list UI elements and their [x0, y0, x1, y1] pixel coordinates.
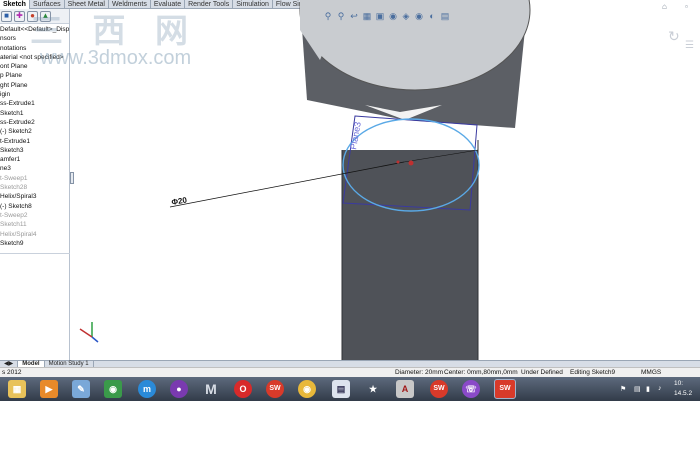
hide-show-icon[interactable]: ◈ — [401, 11, 411, 21]
viber-taskbar-icon[interactable]: ☏ — [462, 380, 480, 398]
empty-area — [0, 401, 700, 465]
solidworks-active-taskbar-icon[interactable]: SW — [494, 379, 516, 399]
tree-item[interactable]: ne3 — [0, 164, 69, 173]
solidworks-taskbar-icon[interactable]: SW — [266, 380, 284, 398]
autodesk-taskbar-icon[interactable]: A — [396, 380, 414, 398]
status-diameter: Diameter: 20mm — [395, 369, 444, 376]
file-explorer-icon[interactable]: ☰ — [685, 40, 694, 51]
scene-icon[interactable]: ◐ — [427, 11, 437, 21]
status-units[interactable]: MMGS — [641, 368, 661, 377]
status-center: Center: 0mm,80mm,0mm — [444, 369, 518, 376]
shaft-body — [342, 150, 478, 360]
status-app-version: s 2012 — [2, 369, 22, 376]
solidworks-window: Sketch Surfaces Sheet Metal Weldments Ev… — [0, 0, 700, 465]
tree-item[interactable]: p Plane — [0, 71, 69, 80]
tree-item[interactable]: t-Sweep2 — [0, 211, 69, 220]
tree-item[interactable]: Sketch1 — [0, 109, 69, 118]
tree-item[interactable]: (-) Sketch2 — [0, 127, 69, 136]
chrome-taskbar-icon[interactable]: ◉ — [298, 380, 316, 398]
figure-taskbar-icon[interactable]: ★ — [364, 380, 382, 398]
part-icon[interactable]: ■ — [1, 10, 12, 22]
media-player-taskbar-icon[interactable]: ▶ — [40, 380, 58, 398]
system-clock[interactable]: 10: 14.5.2 — [674, 379, 692, 399]
flag-tray-icon[interactable]: ⚑ — [620, 385, 626, 393]
center-point[interactable] — [408, 160, 414, 166]
zoom-area-icon[interactable]: ⚲ — [336, 11, 346, 21]
globe-taskbar-icon[interactable]: ◉ — [104, 380, 122, 398]
tree-item[interactable]: Sketch9 — [0, 239, 69, 248]
tree-item[interactable]: Sketch28 — [0, 183, 69, 192]
status-bar: s 2012 Diameter: 20mm Center: 0mm,80mm,0… — [0, 367, 700, 377]
zoom-to-fit-icon[interactable]: ⚲ — [323, 11, 333, 21]
previous-view-icon[interactable]: ↩ — [349, 11, 359, 21]
tree-item[interactable]: Sketch11 — [0, 220, 69, 229]
network-tray-icon[interactable]: ▤ — [634, 385, 641, 393]
tree-item[interactable]: ght Plane — [0, 81, 69, 90]
section-view-icon[interactable]: ▦ — [362, 11, 372, 21]
status-definition: Under Defined — [521, 369, 563, 376]
document-taskbar-icon[interactable]: ▤ — [332, 380, 350, 398]
model-tabs: ◀▶ Model Motion Study 1 — [0, 360, 700, 367]
tree-item[interactable]: igin — [0, 90, 69, 99]
solidworks2-taskbar-icon[interactable]: SW — [430, 380, 448, 398]
tree-item[interactable]: t-Extrude1 — [0, 137, 69, 146]
windows-taskbar: ▦ ▶ ✎ ◉ m ● M O SW ◉ ▤ ★ A SW ☏ SW ⚑ ▤ ▮… — [0, 377, 700, 401]
battery-tray-icon[interactable]: ▮ — [646, 385, 650, 393]
file-explorer-taskbar-icon[interactable]: ▦ — [8, 380, 26, 398]
design-library-icon[interactable]: ↻ — [668, 28, 680, 45]
paint-taskbar-icon[interactable]: ✎ — [72, 380, 90, 398]
view-settings-icon[interactable]: ▤ — [440, 11, 450, 21]
messenger-taskbar-icon[interactable]: m — [138, 380, 156, 398]
sketch-point[interactable] — [396, 160, 400, 164]
plane-label: Plane3 — [348, 121, 363, 150]
status-editing: Editing Sketch9 — [570, 369, 616, 376]
heads-up-view-toolbar: ⚲ ⚲ ↩ ▦ ▣ ◉ ◈ ◉ ◐ ▤ — [323, 11, 450, 21]
tree-item[interactable]: t-Sweep1 — [0, 174, 69, 183]
clock-time: 10: — [674, 380, 684, 387]
resources-icon[interactable]: ▫ — [685, 2, 688, 11]
maya-taskbar-icon[interactable]: M — [202, 380, 220, 398]
clock-date: 14.5.2 — [674, 390, 693, 397]
edit-appearance-icon[interactable]: ◉ — [414, 11, 424, 21]
home-icon[interactable]: ⌂ — [662, 2, 667, 11]
tree-item[interactable]: ss-Extrude2 — [0, 118, 69, 127]
tree-item[interactable]: amfer1 — [0, 155, 69, 164]
axis-triad-icon — [79, 322, 99, 343]
tree-item[interactable]: ss-Extrude1 — [0, 99, 69, 108]
watermark-logo: 三 西 网 — [30, 11, 197, 50]
watermark-url: www.3dmox.com — [40, 47, 192, 69]
tree-divider — [0, 253, 70, 254]
opera-taskbar-icon[interactable]: O — [234, 380, 252, 398]
diameter-dimension[interactable]: Φ20 — [171, 195, 188, 207]
tree-item[interactable]: Helix/Spiral4 — [0, 230, 69, 239]
tree-item[interactable]: Sketch3 — [0, 146, 69, 155]
tab-sketch[interactable]: Sketch — [0, 0, 30, 9]
media-taskbar-icon[interactable]: ● — [170, 380, 188, 398]
tree-item[interactable]: (-) Sketch8 — [0, 202, 69, 211]
volume-tray-icon[interactable]: ♪ — [658, 385, 662, 392]
view-orientation-icon[interactable]: ▣ — [375, 11, 385, 21]
property-icon[interactable]: ✚ — [14, 10, 25, 22]
tree-item[interactable]: Helix/Spiral3 — [0, 192, 69, 201]
display-style-icon[interactable]: ◉ — [388, 11, 398, 21]
